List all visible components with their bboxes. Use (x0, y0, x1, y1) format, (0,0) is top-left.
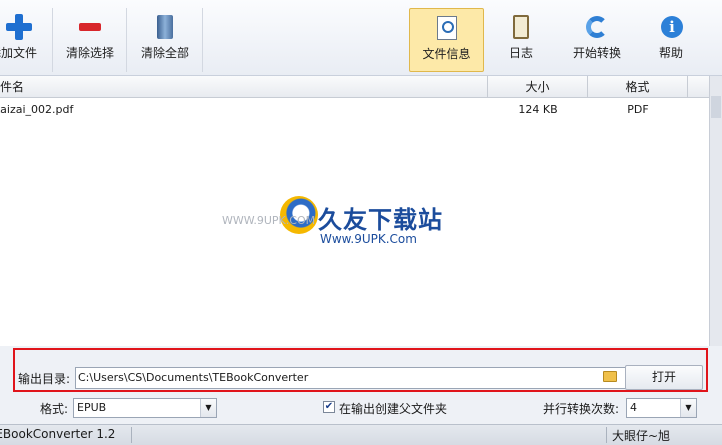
toolbar: 添加文件 清除选择 清除全部 文件信息 日志 开始转换 i 帮助 (0, 0, 722, 76)
table-row[interactable]: kaizai_002.pdf 124 KB PDF (0, 100, 709, 120)
parallel-label: 并行转换次数: (543, 402, 620, 416)
watermark: WWW.9UPK.COM 久友下载站 Www.9UPK.Com (222, 176, 474, 268)
file-list-header: 文件名 大小 格式 (0, 76, 709, 98)
watermark-side-text: WWW.9UPK.COM (222, 214, 316, 227)
clipboard-icon (508, 14, 534, 40)
format-select[interactable]: EPUB ▼ (73, 398, 217, 418)
status-bar: TEBookConverter 1.2 大眼仔~旭 (0, 424, 722, 445)
toolbar-separator (202, 8, 203, 72)
column-name[interactable]: 文件名 (0, 76, 488, 98)
status-divider (131, 427, 132, 443)
help-button[interactable]: i 帮助 (640, 8, 702, 72)
clear-selected-label: 清除选择 (65, 46, 114, 60)
clear-all-label: 清除全部 (140, 46, 189, 60)
info-icon: i (658, 14, 684, 40)
help-label: 帮助 (658, 46, 683, 60)
watermark-url: Www.9UPK.Com (320, 232, 417, 246)
add-files-label: 添加文件 (0, 46, 37, 60)
output-directory-bar: 输出目录: C:\Users\CS\Documents\TEBookConver… (13, 348, 708, 392)
create-parent-checkbox[interactable]: ✔ (323, 401, 335, 413)
book-icon (152, 14, 178, 40)
sync-icon (584, 14, 610, 40)
scrollbar-thumb[interactable] (711, 96, 721, 118)
file-info-button[interactable]: 文件信息 (409, 8, 484, 72)
vertical-scrollbar[interactable] (709, 76, 722, 346)
output-path-field[interactable]: C:\Users\CS\Documents\TEBookConverter (75, 367, 635, 389)
start-convert-label: 开始转换 (572, 46, 621, 60)
file-format-cell: PDF (627, 103, 649, 116)
folder-icon[interactable] (603, 371, 617, 382)
plus-icon (0, 14, 32, 40)
format-select-value: EPUB (77, 401, 107, 414)
start-convert-button[interactable]: 开始转换 (562, 8, 632, 72)
parallel-select[interactable]: 4 ▼ (626, 398, 697, 418)
create-parent-label: 在输出创建父文件夹 (339, 402, 448, 416)
open-button[interactable]: 打开 (625, 365, 703, 390)
chevron-down-icon[interactable]: ▼ (200, 399, 216, 417)
status-app-version: TEBookConverter 1.2 (0, 427, 116, 441)
chevron-down-icon[interactable]: ▼ (680, 399, 696, 417)
log-label: 日志 (508, 46, 533, 60)
parallel-select-value: 4 (630, 401, 637, 414)
format-label: 格式: (40, 402, 69, 416)
minus-icon (77, 14, 103, 40)
output-directory-label: 输出目录: (18, 372, 71, 386)
log-button[interactable]: 日志 (490, 8, 552, 72)
toolbar-separator (126, 8, 127, 72)
column-format[interactable]: 格式 (588, 76, 688, 98)
status-right-text: 大眼仔~旭 (612, 429, 671, 443)
file-size-cell: 124 KB (518, 103, 558, 116)
toolbar-separator (52, 8, 53, 72)
options-row: 格式: EPUB ▼ ✔ 在输出创建父文件夹 并行转换次数: 4 ▼ (0, 394, 722, 422)
watermark-title: 久友下载站 (318, 206, 443, 234)
clear-selected-button[interactable]: 清除选择 (55, 8, 125, 72)
file-name-cell: kaizai_002.pdf (0, 103, 74, 116)
magnifier-document-icon (434, 15, 460, 41)
status-divider (606, 427, 607, 443)
file-info-label: 文件信息 (422, 47, 471, 61)
clear-all-button[interactable]: 清除全部 (129, 8, 201, 72)
column-size[interactable]: 大小 (488, 76, 588, 98)
add-files-button[interactable]: 添加文件 (0, 8, 44, 72)
